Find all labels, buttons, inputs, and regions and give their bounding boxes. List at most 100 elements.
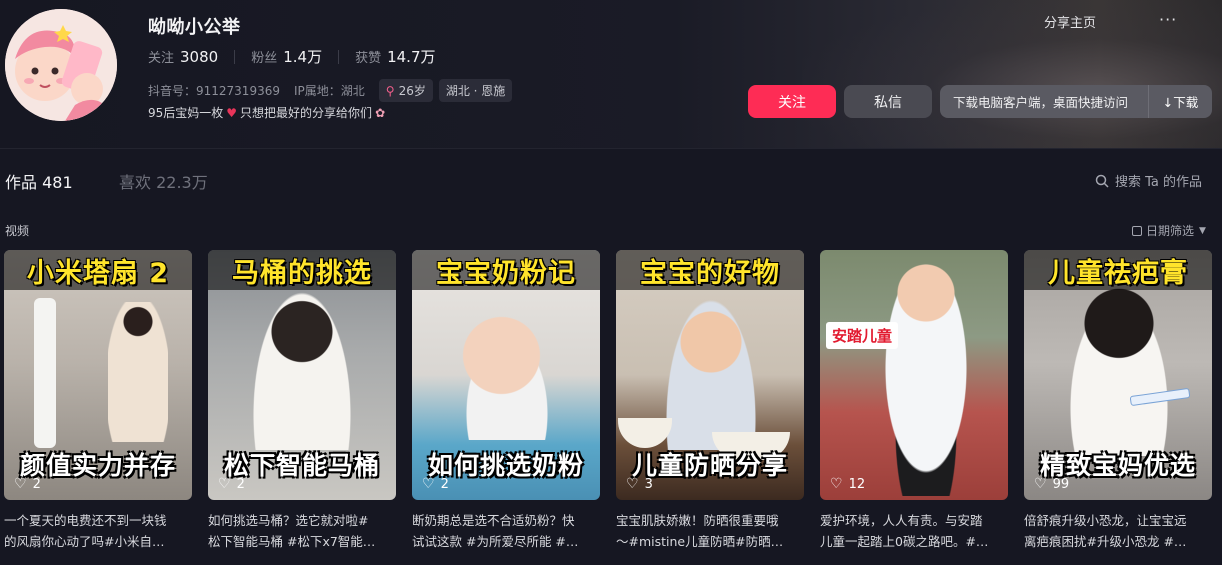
video-thumbnail[interactable]: 宝宝的好物 儿童防晒分享 ♡ 3: [616, 250, 804, 500]
stat-value: 1.4万: [283, 48, 323, 66]
video-thumbnail[interactable]: 安踏儿童 ♡ 12: [820, 250, 1008, 500]
like-count: ♡ 99: [1034, 476, 1069, 492]
date-filter-label: 日期筛选: [1146, 224, 1195, 238]
flower-icon: ✿: [375, 105, 386, 120]
bio-text-end: 只想把最好的分享给你们: [240, 106, 373, 120]
caption-line: 断奶期总是选不合适奶粉？快: [412, 513, 575, 528]
thumbnail-title-top: 儿童祛疤膏: [1024, 250, 1212, 290]
divider: [338, 49, 340, 64]
caption-line: 儿童一起踏上0碳之路吧。#…: [820, 534, 989, 549]
like-count-value: 2: [32, 476, 41, 492]
video-caption[interactable]: 一个夏天的电费还不到一块钱 的风扇你心动了吗#小米自…: [4, 510, 192, 552]
caption-line: 的风扇你心动了吗#小米自…: [4, 534, 165, 549]
stat-followers[interactable]: 粉丝 1.4万: [251, 46, 322, 67]
share-home-link[interactable]: 分享主页: [1044, 12, 1096, 31]
heart-outline-icon: ♡: [218, 476, 231, 492]
age-badge: ⚲ 26岁: [378, 79, 433, 102]
profile-meta: 抖音号：91127319369 IP属地：湖北 ⚲ 26岁 湖北 · 恩施: [148, 79, 518, 102]
like-count-value: 2: [236, 476, 245, 492]
search-icon: [1095, 174, 1109, 188]
video-card[interactable]: 宝宝奶粉记 如何挑选奶粉 ♡ 2 断奶期总是选不合适奶粉？快 试试这款 #为所爱尽…: [412, 250, 600, 560]
bio-text-start: 95后宝妈一枚: [148, 106, 224, 120]
search-works[interactable]: 搜索 Ta 的作品: [1095, 171, 1202, 190]
video-card[interactable]: 安踏儿童 ♡ 12 爱护环境，人人有责。与安踏 儿童一起踏上0碳之路吧。#…: [820, 250, 1008, 560]
brand-badge: 安踏儿童: [826, 322, 899, 349]
stat-label: 粉丝: [251, 51, 278, 66]
like-count-value: 3: [644, 476, 653, 492]
stat-likes-received: 获赞 14.7万: [355, 46, 435, 67]
caption-line: 试试这款 #为所爱尽所能 #…: [412, 534, 579, 549]
profile-header: 呦呦小公举 关注 3080 粉丝 1.4万 获赞 14.7万 抖音号：91127…: [0, 0, 1222, 148]
download-prompt: 下载电脑客户端，桌面快捷访问: [953, 95, 1129, 110]
heart-outline-icon: ♡: [1034, 476, 1047, 492]
download-button[interactable]: ↓下载: [1148, 85, 1212, 118]
heart-icon: ♥: [226, 105, 238, 120]
person-image: [1064, 286, 1174, 456]
stat-label: 获赞: [355, 51, 382, 66]
bio: 95后宝妈一枚 ♥ 只想把最好的分享给你们 ✿: [148, 104, 385, 121]
like-count: ♡ 2: [14, 476, 41, 492]
like-count: ♡ 2: [218, 476, 245, 492]
thumbnail-title-top: 宝宝奶粉记: [412, 250, 600, 290]
caption-line: 一个夏天的电费还不到一块钱: [4, 513, 167, 528]
chevron-down-icon: ▼: [1199, 225, 1206, 236]
caption-line: 离疤痕困扰#升级小恐龙 #…: [1024, 534, 1187, 549]
caption-line: 如何挑选马桶？选它就对啦#: [208, 513, 369, 528]
message-button[interactable]: 私信: [844, 85, 932, 118]
tab-works[interactable]: 作品 481: [5, 169, 73, 193]
tab-likes[interactable]: 喜欢 22.3万: [119, 169, 208, 193]
avatar[interactable]: [5, 9, 117, 121]
profile-page: 呦呦小公举 关注 3080 粉丝 1.4万 获赞 14.7万 抖音号：91127…: [0, 0, 1222, 565]
video-thumbnail[interactable]: 小米塔扇 2 颜值实力并存 ♡ 2: [4, 250, 192, 500]
video-thumbnail[interactable]: 马桶的挑选 松下智能马桶 ♡ 2: [208, 250, 396, 500]
profile-stats: 关注 3080 粉丝 1.4万 获赞 14.7万: [148, 46, 436, 67]
like-count-value: 99: [1052, 476, 1070, 492]
video-caption[interactable]: 如何挑选马桶？选它就对啦# 松下智能马桶 #松下x7智能…: [208, 510, 396, 552]
like-count: ♡ 2: [422, 476, 449, 492]
caption-line: 爱护环境，人人有责。与安踏: [820, 513, 983, 528]
heart-outline-icon: ♡: [14, 476, 27, 492]
like-count-value: 12: [848, 476, 866, 492]
video-thumbnail[interactable]: 宝宝奶粉记 如何挑选奶粉 ♡ 2: [412, 250, 600, 500]
video-thumbnail[interactable]: 儿童祛疤膏 精致宝妈优选 ♡ 99: [1024, 250, 1212, 500]
download-client-banner: 下载电脑客户端，桌面快捷访问 ↓下载: [940, 85, 1212, 118]
search-works-label: 搜索 Ta 的作品: [1115, 175, 1203, 190]
divider: [234, 49, 236, 64]
video-grid: 小米塔扇 2 颜值实力并存 ♡ 2 一个夏天的电费还不到一块钱 的风扇你心动了吗#…: [4, 250, 1216, 560]
heart-outline-icon: ♡: [422, 476, 435, 492]
caption-line: 宝宝肌肤娇嫩！防晒很重要哦: [616, 513, 779, 528]
caption-line: 松下智能马桶 #松下x7智能…: [208, 534, 376, 549]
video-caption[interactable]: 宝宝肌肤娇嫩！防晒很重要哦 ～#mistine儿童防晒#防晒…: [616, 510, 804, 552]
bowl-image: [618, 418, 672, 448]
profile-tabs: 作品 481 喜欢 22.3万 搜索 Ta 的作品: [0, 148, 1222, 208]
calendar-icon: [1132, 225, 1142, 236]
baby-image: [452, 310, 562, 440]
region-badge: 湖北 · 恩施: [438, 79, 513, 102]
video-card[interactable]: 马桶的挑选 松下智能马桶 ♡ 2 如何挑选马桶？选它就对啦# 松下智能马桶 #松下…: [208, 250, 396, 560]
stat-label: 关注: [148, 51, 175, 66]
child-image: [666, 300, 756, 450]
heart-outline-icon: ♡: [626, 476, 639, 492]
thumbnail-title-top: 宝宝的好物: [616, 250, 804, 290]
section-label-videos: 视频: [5, 224, 30, 238]
ip-location: IP属地：湖北: [293, 84, 365, 98]
date-filter[interactable]: 日期筛选 ▼: [1132, 222, 1206, 239]
tower-fan-image: [34, 298, 56, 448]
more-options-icon[interactable]: ···: [1159, 10, 1177, 29]
video-caption[interactable]: 爱护环境，人人有责。与安踏 儿童一起踏上0碳之路吧。#…: [820, 510, 1008, 552]
video-card[interactable]: 宝宝的好物 儿童防晒分享 ♡ 3 宝宝肌肤娇嫩！防晒很重要哦 ～#mistine儿…: [616, 250, 804, 560]
stat-value: 3080: [180, 48, 219, 66]
video-caption[interactable]: 倍舒痕升级小恐龙，让宝宝远 离疤痕困扰#升级小恐龙 #…: [1024, 510, 1212, 552]
person-image: [252, 290, 352, 450]
douyin-id: 抖音号：91127319369: [148, 84, 280, 98]
like-count: ♡ 3: [626, 476, 653, 492]
video-caption[interactable]: 断奶期总是选不合适奶粉？快 试试这款 #为所爱尽所能 #…: [412, 510, 600, 552]
follow-button[interactable]: 关注: [748, 85, 836, 118]
stat-value: 14.7万: [387, 48, 436, 66]
like-count: ♡ 12: [830, 476, 865, 492]
person-image: [108, 302, 168, 442]
video-card[interactable]: 儿童祛疤膏 精致宝妈优选 ♡ 99 倍舒痕升级小恐龙，让宝宝远 离疤痕困扰#升级小…: [1024, 250, 1212, 560]
stat-following[interactable]: 关注 3080: [148, 47, 218, 66]
thumbnail-title-top: 小米塔扇 2: [4, 250, 192, 290]
video-card[interactable]: 小米塔扇 2 颜值实力并存 ♡ 2 一个夏天的电费还不到一块钱 的风扇你心动了吗#…: [4, 250, 192, 560]
